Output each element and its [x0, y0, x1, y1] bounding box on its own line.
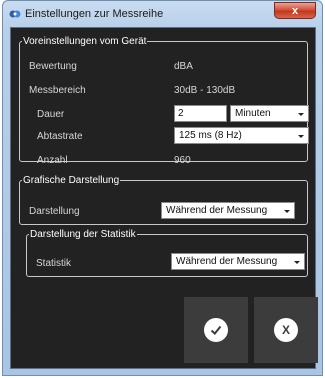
x-icon: X [274, 318, 298, 342]
dauer-unit-value: Minuten [235, 108, 271, 119]
dauer-unit-select[interactable]: Minuten [230, 105, 309, 122]
settings-dialog: Einstellungen zur Messreihe x Voreinstel… [2, 0, 323, 376]
statistics-display-legend: Darstellung der Statistik [30, 229, 136, 240]
dialog-content: Voreinstellungen vom Gerät Bewertung dBA… [10, 27, 318, 369]
chevron-down-icon [284, 210, 290, 213]
close-icon: x [291, 4, 299, 17]
dauer-label: Dauer [37, 109, 65, 120]
window-title: Einstellungen zur Messreihe [25, 8, 164, 20]
bewertung-label: Bewertung [29, 61, 77, 72]
darstellung-label: Darstellung [29, 206, 80, 217]
messbereich-label: Messbereich [29, 85, 86, 96]
title-bar[interactable]: Einstellungen zur Messreihe x [3, 1, 322, 27]
messbereich-value: 30dB - 130dB [174, 85, 236, 96]
darstellung-select[interactable]: Während der Messung [161, 202, 295, 219]
dauer-input[interactable]: 2 [174, 105, 227, 122]
abtastrate-select[interactable]: 125 ms (8 Hz) [174, 127, 309, 144]
chevron-down-icon [294, 261, 300, 264]
bewertung-value: dBA [174, 61, 193, 72]
chevron-down-icon [298, 113, 304, 116]
confirm-button[interactable] [184, 297, 248, 363]
abtastrate-value: 125 ms (8 Hz) [179, 130, 242, 141]
anzahl-value: 960 [174, 155, 191, 166]
abtastrate-label: Abtastrate [37, 131, 83, 142]
anzahl-label: Anzahl [37, 155, 68, 166]
graphic-display-legend: Grafische Darstellung [23, 175, 120, 186]
statistik-select[interactable]: Während der Messung [171, 253, 305, 270]
checkmark-icon [204, 318, 228, 342]
darstellung-value: Während der Messung [166, 205, 268, 216]
close-button[interactable]: x [274, 2, 316, 19]
statistik-value: Während der Messung [176, 256, 278, 267]
chevron-down-icon [298, 135, 304, 138]
app-icon [9, 10, 21, 18]
cancel-button[interactable]: X [254, 297, 318, 363]
cancel-glyph: X [281, 323, 290, 337]
device-presets-legend: Voreinstellungen vom Gerät [23, 36, 147, 47]
statistik-label: Statistik [36, 258, 72, 269]
